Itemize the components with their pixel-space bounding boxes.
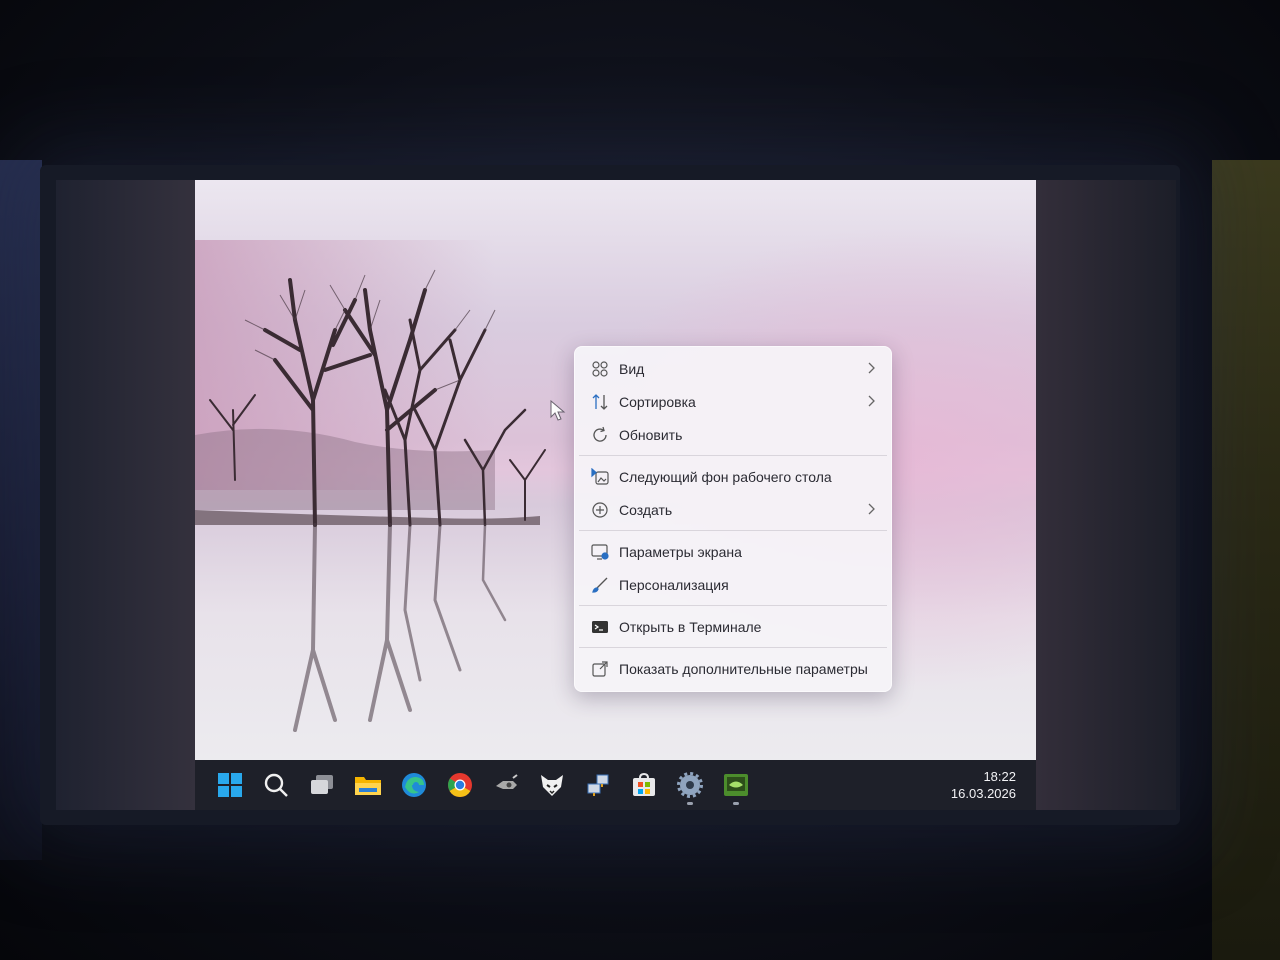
menu-item-next-background[interactable]: Следующий фон рабочего стола	[575, 460, 891, 493]
windows-start-icon[interactable]	[207, 763, 253, 807]
sort-icon	[589, 391, 611, 413]
clock-date: 16.03.2026	[950, 786, 1016, 801]
taskbar: 18:22 16.03.2026	[195, 760, 1036, 810]
refresh-icon	[589, 424, 611, 446]
menu-item-view[interactable]: Вид	[575, 352, 891, 385]
menu-item-label: Открыть в Терминале	[619, 618, 762, 635]
fox-app-icon[interactable]	[529, 763, 575, 807]
store-icon[interactable]	[621, 763, 667, 807]
display-settings-icon	[589, 541, 611, 563]
menu-item-label: Обновить	[619, 426, 683, 443]
next-background-icon	[589, 466, 611, 488]
share-icon	[589, 658, 611, 680]
menu-separator	[579, 647, 887, 648]
app-icon[interactable]	[483, 763, 529, 807]
running-indicator	[733, 802, 739, 805]
file-explorer-icon[interactable]	[345, 763, 391, 807]
menu-item-display-settings[interactable]: Параметры экрана	[575, 535, 891, 568]
menu-separator	[579, 455, 887, 456]
mouse-cursor-icon	[550, 400, 566, 421]
edge-icon[interactable]	[391, 763, 437, 807]
menu-item-label: Создать	[619, 501, 673, 518]
desktop-screen[interactable]: Вид Сортировка Обновить Следующий фон ра…	[195, 180, 1036, 810]
desk-right-background	[1212, 160, 1280, 960]
menu-item-label: Вид	[619, 360, 645, 377]
system-clock[interactable]: 18:22 16.03.2026	[951, 768, 1016, 802]
clock-time: 18:22	[983, 769, 1016, 784]
menu-item-label: Показать дополнительные параметры	[619, 660, 868, 677]
grid-icon	[589, 358, 611, 380]
chrome-icon[interactable]	[437, 763, 483, 807]
screen-side-left	[56, 180, 195, 810]
menu-separator	[579, 605, 887, 606]
chevron-right-icon	[867, 394, 875, 410]
menu-item-label: Параметры экрана	[619, 543, 742, 560]
menu-item-show-more-options[interactable]: Показать дополнительные параметры	[575, 652, 891, 685]
running-indicator	[687, 802, 693, 805]
menu-item-label: Персонализация	[619, 576, 729, 593]
settings-icon[interactable]	[667, 763, 713, 807]
menu-item-open-terminal[interactable]: Открыть в Терминале	[575, 610, 891, 643]
brush-icon	[589, 574, 611, 596]
chevron-right-icon	[867, 502, 875, 518]
plus-circle-icon	[589, 499, 611, 521]
network-app-icon[interactable]	[575, 763, 621, 807]
nvidia-icon[interactable]	[713, 763, 759, 807]
search-icon[interactable]	[253, 763, 299, 807]
menu-item-create[interactable]: Создать	[575, 493, 891, 526]
desktop-context-menu: Вид Сортировка Обновить Следующий фон ра…	[574, 346, 892, 692]
task-view-icon[interactable]	[299, 763, 345, 807]
menu-item-refresh[interactable]: Обновить	[575, 418, 891, 451]
desk-left-background	[0, 160, 42, 860]
screen-side-right	[1036, 180, 1176, 810]
chevron-right-icon	[867, 361, 875, 377]
menu-item-label: Сортировка	[619, 393, 696, 410]
menu-item-sort[interactable]: Сортировка	[575, 385, 891, 418]
menu-item-label: Следующий фон рабочего стола	[619, 468, 832, 485]
terminal-icon	[589, 616, 611, 638]
menu-item-personalization[interactable]: Персонализация	[575, 568, 891, 601]
menu-separator	[579, 530, 887, 531]
